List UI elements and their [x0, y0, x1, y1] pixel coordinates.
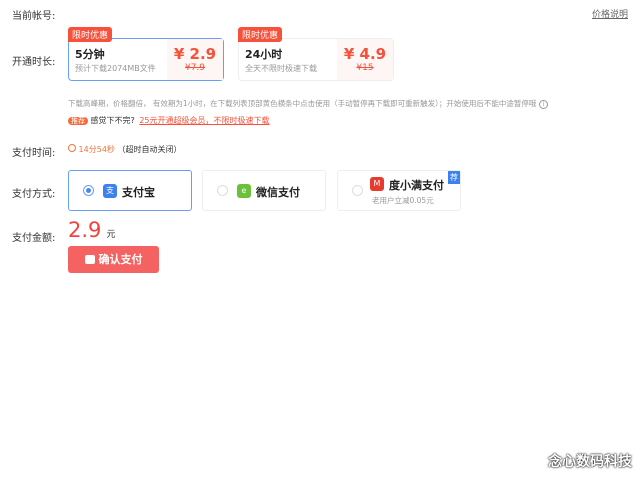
pay-option-discount: 老用户立减0.05元 [372, 196, 434, 205]
countdown-hint: （超时自动关闭） [117, 145, 182, 154]
watermark: 念心数码科技 [548, 454, 632, 470]
plan-desc: 预计下载2074MB文件 [75, 64, 156, 73]
plan-5min[interactable]: 限时优惠 5分钟 预计下载2074MB文件 ¥ 2.9 ¥7.9 [68, 27, 224, 81]
confirm-label: 确认支付 [98, 253, 143, 266]
pay-option-wechat[interactable]: e 微信支付 [202, 170, 326, 211]
pay-option-name: 度小满支付 [389, 179, 444, 192]
recommend-badge: 推荐 [68, 117, 88, 125]
plan-title: 24小时 [245, 48, 283, 61]
recommend-text: 感觉下不完? [90, 116, 135, 125]
confirm-pay-button[interactable]: 确认支付 [68, 246, 159, 273]
plan-old-price: ¥15 [356, 63, 374, 73]
plan-tag: 限时优惠 [68, 27, 113, 42]
notice: 下载高峰期，价格翻倍， 有效期为1小时，在下载列表顶部黄色横条中点击使用（手动暂… [68, 99, 537, 108]
plan-price: ¥ 2.9 [173, 45, 217, 63]
amount-label: 支付金额: [12, 233, 56, 244]
duxiaoman-icon: M [370, 177, 384, 191]
upgrade-link[interactable]: 25元开通超级会员，不限时极速下载 [139, 116, 269, 125]
recommend-badge: 荐 [448, 171, 460, 184]
pay-method-label: 支付方式: [12, 189, 56, 200]
plan-24h[interactable]: 限时优惠 24小时 全天不限时极速下载 ¥ 4.9 ¥15 [238, 27, 394, 81]
plan-old-price: ¥7.9 [184, 63, 206, 73]
plan-title: 5分钟 [75, 48, 105, 61]
pay-option-alipay[interactable]: 支 支付宝 [68, 170, 192, 211]
wechat-icon: e [237, 184, 251, 198]
notice-text: 下载高峰期，价格翻倍， 有效期为1小时，在下载列表顶部黄色横条中点击使用（手动暂… [68, 98, 548, 109]
pay-time-label: 支付时间: [12, 148, 56, 159]
radio-selected[interactable] [83, 185, 94, 196]
plan-desc: 全天不限时极速下载 [245, 64, 317, 73]
wallet-icon [84, 255, 95, 264]
pay-option-duxiaoman[interactable]: M 度小满支付 老用户立减0.05元 荐 [337, 170, 461, 211]
radio[interactable] [217, 185, 228, 196]
clock-icon [68, 144, 76, 152]
info-icon[interactable]: i [538, 100, 548, 109]
amount-unit: 元 [106, 230, 116, 240]
pay-option-name: 微信支付 [256, 186, 300, 199]
plan-tag: 限时优惠 [238, 27, 283, 42]
radio[interactable] [352, 185, 363, 196]
plan-price: ¥ 4.9 [343, 45, 387, 63]
amount-value: 2.9 [68, 218, 102, 242]
pay-option-name: 支付宝 [122, 186, 155, 199]
price-info-link[interactable]: 价格说明 [592, 7, 628, 20]
account-label: 当前帐号: [12, 11, 56, 22]
duration-label: 开通时长: [12, 57, 56, 68]
alipay-icon: 支 [103, 184, 117, 198]
countdown: 14分54秒 [78, 145, 115, 154]
